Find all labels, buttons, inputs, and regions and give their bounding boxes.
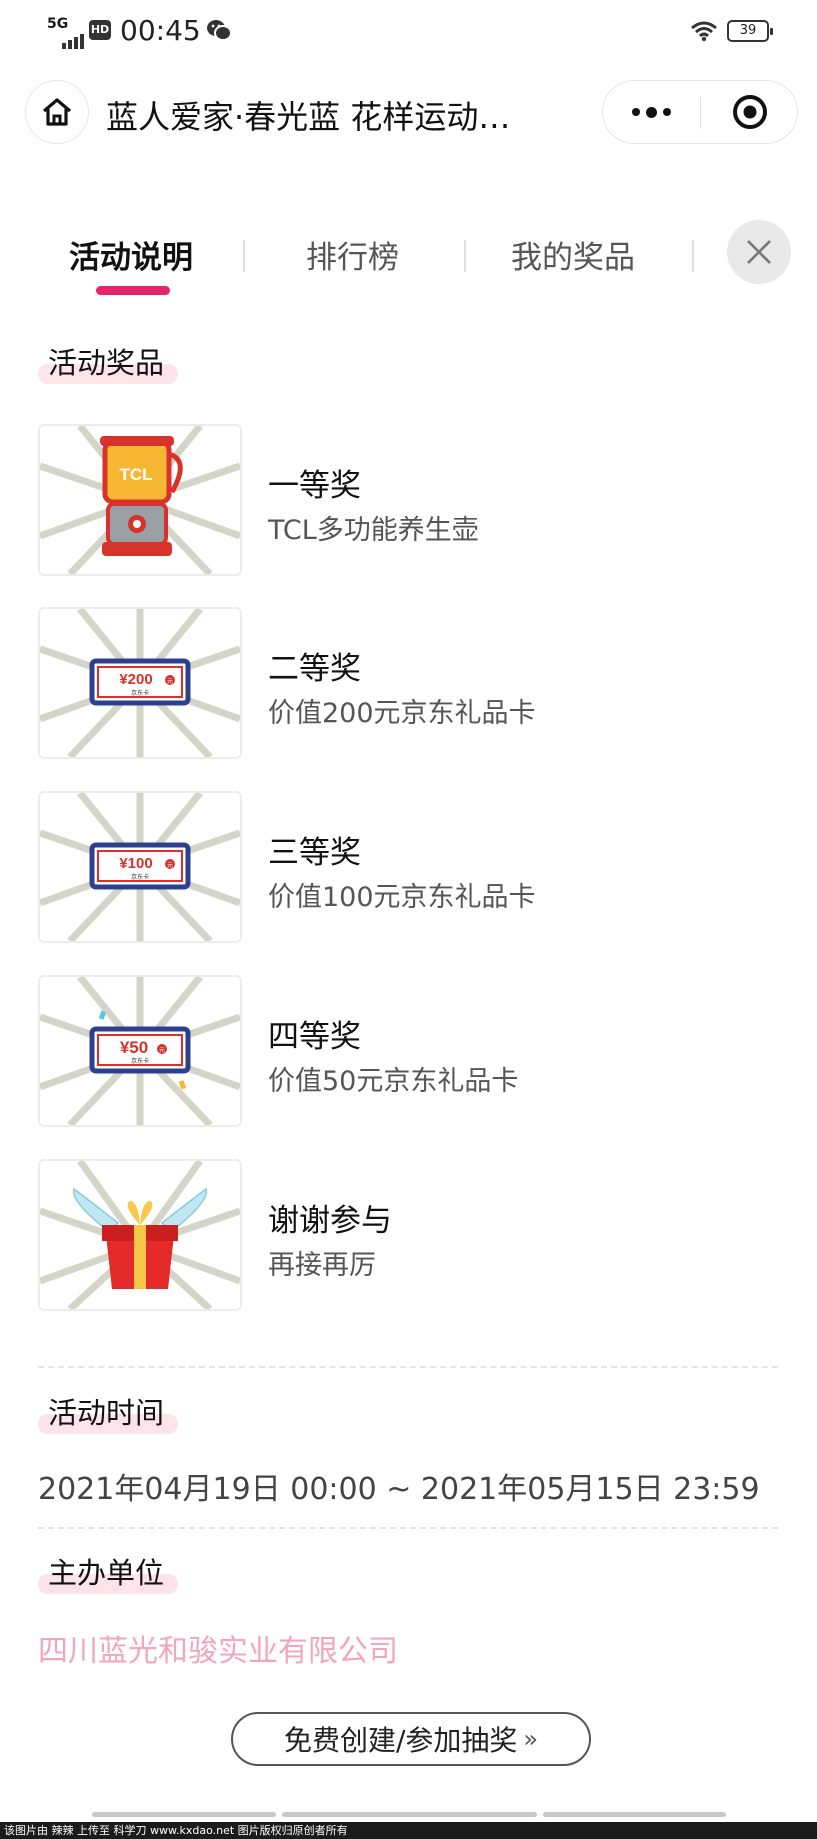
double-chevron-right-icon: » (523, 1725, 539, 1753)
svg-text:¥100: ¥100 (119, 855, 152, 872)
divider (38, 1366, 778, 1368)
winged-gift-icon (40, 1161, 240, 1309)
more-dots-icon (632, 108, 640, 116)
prize-desc: TCL多功能养生壶 (268, 515, 479, 546)
prize-item: ¥50 元 京东卡 四等奖 价值50元京东礼品卡 (38, 975, 782, 1127)
nav-bar: 蓝人爱家·春光蓝 花样运动… (0, 78, 817, 148)
prize-item: ¥100 元 京东卡 三等奖 价值100元京东礼品卡 (38, 791, 782, 943)
page-title: 蓝人爱家·春光蓝 花样运动… (106, 98, 511, 136)
miniprogram-capsule (602, 80, 798, 144)
prize-item: 谢谢参与 再接再厉 (38, 1159, 782, 1311)
prize-name: 一等奖 (268, 468, 361, 504)
prize-item: TCL 一等奖 TCL多功能养生壶 (38, 424, 782, 576)
prize-desc: 再接再厉 (268, 1250, 376, 1281)
prize-image: ¥200 元 京东卡 (38, 607, 242, 759)
target-icon (732, 95, 767, 129)
svg-text:¥50: ¥50 (120, 1038, 148, 1057)
svg-text:元: 元 (167, 678, 173, 685)
tab-bar: 活动说明 排行榜 我的奖品 (0, 220, 817, 300)
more-button[interactable] (603, 81, 700, 143)
svg-text:京东卡: 京东卡 (131, 1057, 149, 1065)
svg-text:京东卡: 京东卡 (131, 689, 149, 697)
prize-name: 三等奖 (268, 835, 361, 871)
wechat-icon (206, 18, 232, 46)
prize-image: TCL (38, 424, 242, 576)
divider (38, 1527, 778, 1529)
section-title-prizes: 活动奖品 (38, 340, 178, 386)
gift-card-icon: ¥100 元 京东卡 (40, 793, 240, 941)
gift-card-icon: ¥200 元 京东卡 (40, 609, 240, 757)
prize-image (38, 1159, 242, 1311)
home-button[interactable] (25, 80, 89, 144)
wifi-icon (690, 20, 718, 46)
kettle-icon: TCL (40, 426, 240, 574)
cta-label: 免费创建/参加抽奖 (283, 1724, 518, 1757)
active-tab-indicator (96, 286, 170, 295)
home-indicator (92, 1812, 276, 1817)
hd-badge: HD (89, 20, 111, 40)
close-icon (747, 240, 771, 264)
svg-text:元: 元 (159, 1047, 165, 1054)
status-bar: 5G HD 00:45 39 (0, 0, 817, 62)
home-indicator (282, 1812, 537, 1817)
svg-text:京东卡: 京东卡 (131, 873, 149, 881)
tab-leaderboard[interactable]: 排行榜 (306, 232, 399, 277)
close-button[interactable] (727, 220, 791, 284)
prize-item: ¥200 元 京东卡 二等奖 价值200元京东礼品卡 (38, 607, 782, 759)
prize-name: 二等奖 (268, 651, 361, 687)
prize-image: ¥100 元 京东卡 (38, 791, 242, 943)
clock: 00:45 (120, 14, 201, 47)
close-miniprogram-button[interactable] (701, 81, 798, 143)
tab-my-prizes[interactable]: 我的奖品 (511, 232, 635, 277)
prize-desc: 价值200元京东礼品卡 (268, 698, 536, 729)
watermark-text: 该图片由 辣辣 上传至 科学刀 www.kxdao.net 图片版权归原创者所有 (0, 1822, 817, 1839)
activity-time-range: 2021年04月19日 00:00 ~ 2021年05月15日 23:59 (38, 1472, 760, 1507)
svg-text:¥200: ¥200 (119, 671, 152, 688)
svg-text:TCL: TCL (119, 465, 152, 484)
signal-icon (62, 30, 86, 49)
prize-desc: 价值100元京东礼品卡 (268, 882, 536, 913)
svg-text:元: 元 (167, 862, 173, 869)
battery-icon: 39 (727, 20, 773, 42)
home-icon (42, 98, 72, 126)
section-title-organizer: 主办单位 (38, 1550, 178, 1596)
page: 5G HD 00:45 39 蓝人爱家·春光蓝 花样运动… 活动说明 排行榜 我… (0, 0, 817, 1839)
section-title-time: 活动时间 (38, 1390, 178, 1436)
prize-desc: 价值50元京东礼品卡 (268, 1066, 519, 1097)
create-join-lottery-button[interactable]: 免费创建/参加抽奖 » (231, 1712, 591, 1766)
home-indicator (543, 1812, 726, 1817)
gift-card-icon: ¥50 元 京东卡 (40, 977, 240, 1125)
organizer-name[interactable]: 四川蓝光和骏实业有限公司 (38, 1626, 398, 1670)
prize-image: ¥50 元 京东卡 (38, 975, 242, 1127)
prize-name: 四等奖 (268, 1019, 361, 1055)
prize-name: 谢谢参与 (268, 1203, 392, 1239)
tab-activity-info[interactable]: 活动说明 (69, 232, 193, 277)
